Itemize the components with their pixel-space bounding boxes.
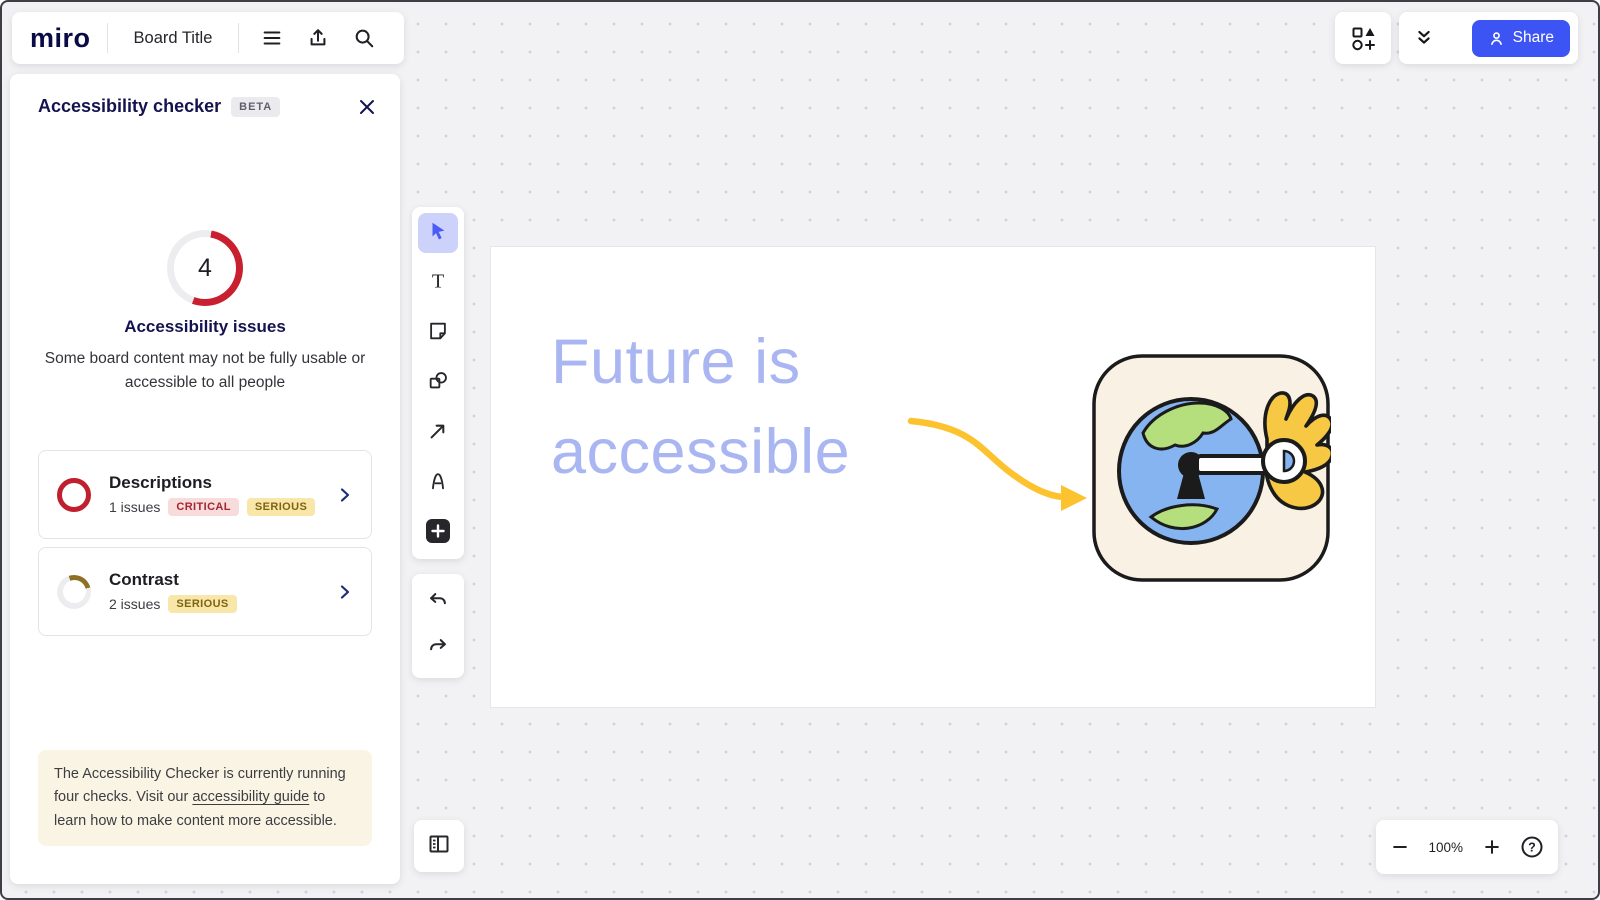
issues-score-ring: 4: [167, 230, 243, 306]
add-more-tool[interactable]: [418, 513, 458, 553]
panel-title: Accessibility checker: [38, 96, 221, 117]
close-icon[interactable]: [358, 98, 376, 116]
issue-category-contrast[interactable]: Contrast 2 issues SERIOUS: [38, 547, 372, 636]
svg-text:?: ?: [1528, 841, 1536, 855]
shapes-tool[interactable]: [418, 363, 458, 403]
accessibility-checker-panel: Accessibility checker BETA 4 Accessibili…: [10, 74, 400, 884]
sticky-note-tool[interactable]: [418, 313, 458, 353]
issues-summary: Some board content may not be fully usab…: [35, 347, 375, 396]
svg-text:T: T: [432, 270, 444, 292]
category-name: Contrast: [109, 570, 237, 590]
contrast-ring-icon: [57, 575, 91, 609]
severity-badge-serious: SERIOUS: [247, 498, 315, 516]
share-button[interactable]: Share: [1472, 20, 1570, 57]
zoom-level[interactable]: 100%: [1428, 840, 1463, 855]
curved-arrow-connector[interactable]: [903, 399, 1103, 519]
history-toolbar: [412, 574, 464, 678]
undo-icon: [427, 590, 449, 617]
connector-arrow-icon: [427, 420, 449, 447]
severity-badge-serious: SERIOUS: [168, 595, 236, 613]
shapes-icon: [427, 370, 449, 397]
frames-icon: [427, 832, 451, 861]
headline-line-1: Future is: [551, 317, 850, 407]
divider: [238, 23, 239, 53]
issues-label: Accessibility issues: [10, 317, 400, 337]
miro-logo[interactable]: miro: [30, 23, 91, 54]
double-chevron-down-icon[interactable]: [1413, 27, 1435, 49]
frames-panel-toggle[interactable]: [414, 820, 464, 872]
category-count: 2 issues: [109, 596, 160, 612]
chevron-right-icon: [337, 584, 353, 600]
beta-badge: BETA: [231, 97, 280, 117]
menu-icon[interactable]: [261, 27, 283, 49]
board-frame[interactable]: Future is accessible: [490, 246, 1376, 708]
globe-key-hand-illustration[interactable]: [1091, 353, 1331, 583]
share-toolbar: Share: [1399, 12, 1578, 64]
board-title[interactable]: Board Title: [108, 29, 239, 48]
creation-toolbar: T: [412, 207, 464, 559]
connector-tool[interactable]: [418, 413, 458, 453]
undo-button[interactable]: [418, 583, 458, 623]
insert-apps-button[interactable]: [1335, 12, 1391, 64]
insert-shapes-icon: [1350, 25, 1376, 51]
zoom-in-button[interactable]: [1482, 837, 1502, 857]
cursor-icon: [427, 220, 449, 247]
accessibility-guide-link[interactable]: accessibility guide: [192, 789, 309, 805]
zoom-controls: 100% ?: [1376, 820, 1558, 874]
chevron-right-icon: [337, 487, 353, 503]
headline-text[interactable]: Future is accessible: [551, 317, 850, 497]
text-tool[interactable]: T: [418, 263, 458, 303]
select-tool[interactable]: [418, 213, 458, 253]
share-button-label: Share: [1513, 29, 1554, 47]
category-name: Descriptions: [109, 473, 315, 493]
miro-board-window: miro Board Title Share: [0, 0, 1600, 900]
board-header: miro Board Title: [12, 12, 404, 64]
text-icon: T: [427, 270, 449, 297]
pen-tool[interactable]: [418, 463, 458, 503]
headline-line-2: accessible: [551, 407, 850, 497]
descriptions-ring-icon: [57, 478, 91, 512]
zoom-out-button[interactable]: [1390, 837, 1410, 857]
redo-icon: [427, 636, 449, 663]
search-icon[interactable]: [353, 27, 375, 49]
redo-button[interactable]: [418, 629, 458, 669]
plus-icon: [425, 518, 451, 549]
help-icon[interactable]: ?: [1520, 835, 1544, 859]
sticky-note-icon: [427, 320, 449, 347]
export-icon[interactable]: [307, 27, 329, 49]
pen-icon: [427, 470, 449, 497]
person-icon: [1488, 30, 1505, 47]
category-count: 1 issues: [109, 499, 160, 515]
issues-count: 4: [174, 237, 236, 299]
severity-badge-critical: CRITICAL: [168, 498, 239, 516]
checker-footnote: The Accessibility Checker is currently r…: [38, 750, 372, 846]
issue-category-descriptions[interactable]: Descriptions 1 issues CRITICAL SERIOUS: [38, 450, 372, 539]
